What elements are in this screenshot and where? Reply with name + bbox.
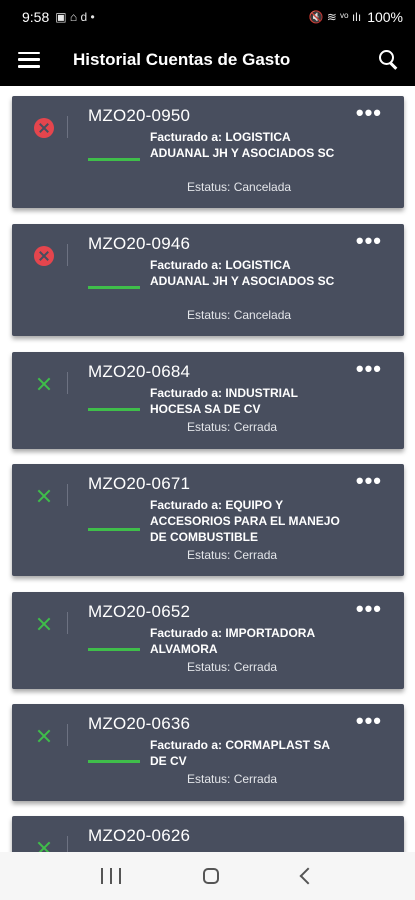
status-text: Estatus: Cerrada <box>187 772 278 786</box>
notification-icons: ▣ ⌂ d • <box>55 9 95 24</box>
divider <box>67 484 68 506</box>
status-left: 9:58 ▣ ⌂ d • <box>22 9 95 25</box>
status-text: Estatus: Cerrada <box>187 548 278 562</box>
accent-bar <box>88 648 140 651</box>
cancelled-status-icon <box>34 118 54 138</box>
list-item[interactable]: MZO20-0946 Facturado a: LOGISTICA ADUANA… <box>12 224 404 336</box>
billed-to: Facturado a: LOGISTICA ADUANAL JH Y ASOC… <box>150 258 335 288</box>
search-icon[interactable] <box>377 48 401 72</box>
account-code: MZO20-0626 <box>88 826 191 845</box>
divider <box>67 836 68 852</box>
more-options-icon[interactable]: ••• <box>356 102 382 124</box>
divider <box>67 244 68 266</box>
accent-bar <box>88 408 140 411</box>
more-options-icon[interactable]: ••• <box>356 598 382 620</box>
list-item[interactable]: MZO20-0950 Facturado a: LOGISTICA ADUANA… <box>12 96 404 208</box>
recent-apps-icon[interactable] <box>101 868 122 884</box>
billed-to: Facturado a: LOGISTICA ADUANAL JH Y ASOC… <box>150 130 335 160</box>
account-code: MZO20-0946 <box>88 234 191 253</box>
signal-icons: 🔇 ≋ ᵛᵒ ılı <box>308 9 362 24</box>
page-title: Historial Cuentas de Gasto <box>73 49 291 69</box>
expense-account-list[interactable]: MZO20-0950 Facturado a: LOGISTICA ADUANA… <box>0 86 415 852</box>
status-time: 9:58 <box>22 8 50 25</box>
list-item[interactable]: MZO20-0671 Facturado a: EQUIPO Y ACCESOR… <box>12 464 404 576</box>
accent-bar <box>88 760 140 763</box>
status-text: Estatus: Cerrada <box>187 420 278 434</box>
divider <box>67 612 68 634</box>
closed-status-icon <box>34 726 54 746</box>
billed-to: Facturado a: INDUSTRIAL HOCESA SA DE CV <box>150 386 298 416</box>
more-options-icon[interactable]: ••• <box>356 358 382 380</box>
list-item[interactable]: MZO20-0652 Facturado a: IMPORTADORA ALVA… <box>12 592 404 689</box>
more-options-icon[interactable]: ••• <box>356 230 382 252</box>
list-item[interactable]: MZO20-0626 <box>12 816 404 852</box>
closed-status-icon <box>34 486 54 506</box>
more-options-icon[interactable]: ••• <box>356 710 382 732</box>
status-bar: 9:58 ▣ ⌂ d • 🔇 ≋ ᵛᵒ ılı 100% <box>0 0 415 33</box>
cancelled-status-icon <box>34 246 54 266</box>
status-text: Estatus: Cancelada <box>187 308 292 322</box>
account-code: MZO20-0671 <box>88 474 191 493</box>
account-code: MZO20-0652 <box>88 602 191 621</box>
account-code: MZO20-0950 <box>88 106 191 125</box>
billed-to: Facturado a: EQUIPO Y ACCESORIOS PARA EL… <box>150 498 340 544</box>
account-code: MZO20-0684 <box>88 362 191 381</box>
accent-bar <box>88 286 140 289</box>
billed-to: Facturado a: IMPORTADORA ALVAMORA <box>150 626 315 656</box>
status-right: 🔇 ≋ ᵛᵒ ılı 100% <box>308 9 403 25</box>
list-item[interactable]: MZO20-0684 Facturado a: INDUSTRIAL HOCES… <box>12 352 404 449</box>
billed-to: Facturado a: CORMAPLAST SA DE CV <box>150 738 330 768</box>
divider <box>67 116 68 138</box>
back-icon[interactable] <box>299 867 317 885</box>
divider <box>67 372 68 394</box>
hamburger-menu-icon[interactable] <box>18 51 40 68</box>
account-code: MZO20-0636 <box>88 714 191 733</box>
list-item[interactable]: MZO20-0636 Facturado a: CORMAPLAST SA DE… <box>12 704 404 801</box>
app-bar: Historial Cuentas de Gasto <box>0 33 415 86</box>
battery-level: 100% <box>367 8 403 25</box>
closed-status-icon <box>34 838 54 852</box>
accent-bar <box>88 528 140 531</box>
status-text: Estatus: Cerrada <box>187 660 278 674</box>
closed-status-icon <box>34 374 54 394</box>
more-options-icon[interactable]: ••• <box>356 470 382 492</box>
home-icon[interactable] <box>203 868 220 884</box>
accent-bar <box>88 158 140 161</box>
closed-status-icon <box>34 614 54 634</box>
status-text: Estatus: Cancelada <box>187 180 292 194</box>
divider <box>67 724 68 746</box>
system-nav-bar <box>0 852 415 900</box>
